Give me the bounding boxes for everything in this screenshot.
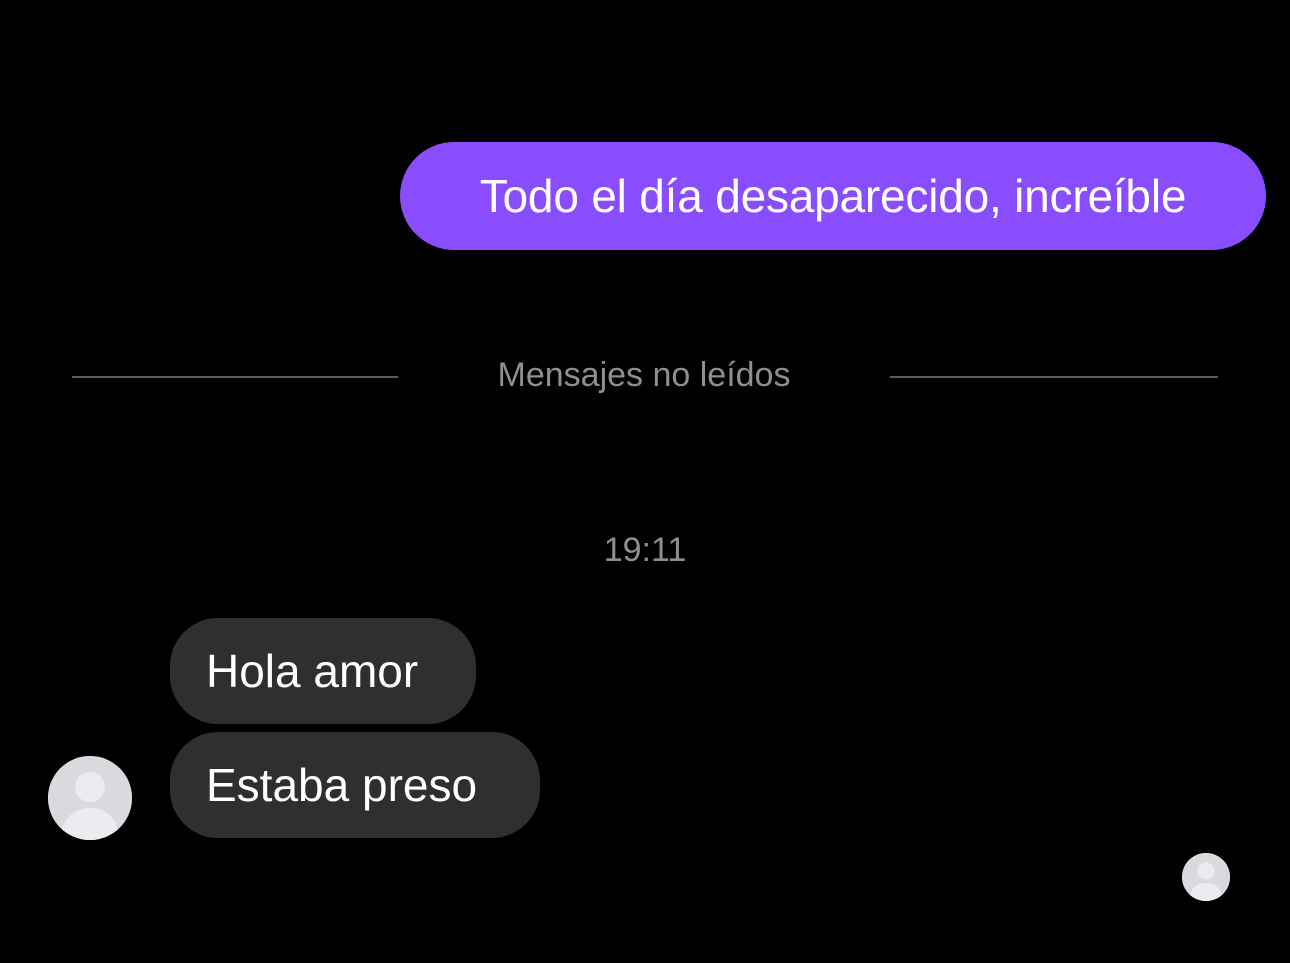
received-message-bubble[interactable]: Hola amor — [170, 618, 476, 724]
unread-divider-line-right — [890, 376, 1218, 378]
received-message-bubble[interactable]: Estaba preso — [170, 732, 540, 838]
seen-receipt-avatar-icon — [1182, 853, 1230, 901]
sent-message-bubble[interactable]: Todo el día desaparecido, increíble — [400, 142, 1266, 250]
unread-divider-line-left — [72, 376, 398, 378]
read-receipt-avatar-icon — [1182, 853, 1230, 901]
default-user-avatar-icon — [48, 756, 132, 840]
message-timestamp: 19:11 — [603, 531, 687, 569]
unread-divider-label: Mensajes no leídos — [497, 356, 791, 394]
sender-avatar-icon[interactable] — [48, 756, 132, 840]
